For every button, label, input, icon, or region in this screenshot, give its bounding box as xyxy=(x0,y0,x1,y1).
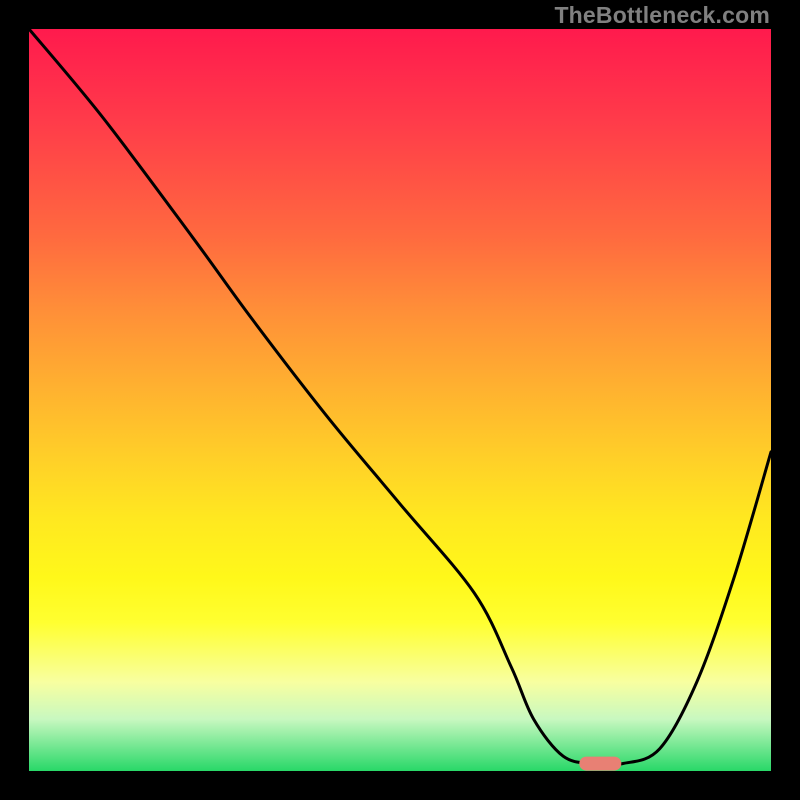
chart-frame: TheBottleneck.com xyxy=(0,0,800,800)
trough-marker xyxy=(579,757,621,771)
chart-curve-layer xyxy=(29,29,771,771)
bottleneck-curve xyxy=(29,29,771,765)
watermark-text: TheBottleneck.com xyxy=(554,2,770,29)
chart-plot-area xyxy=(29,29,771,771)
